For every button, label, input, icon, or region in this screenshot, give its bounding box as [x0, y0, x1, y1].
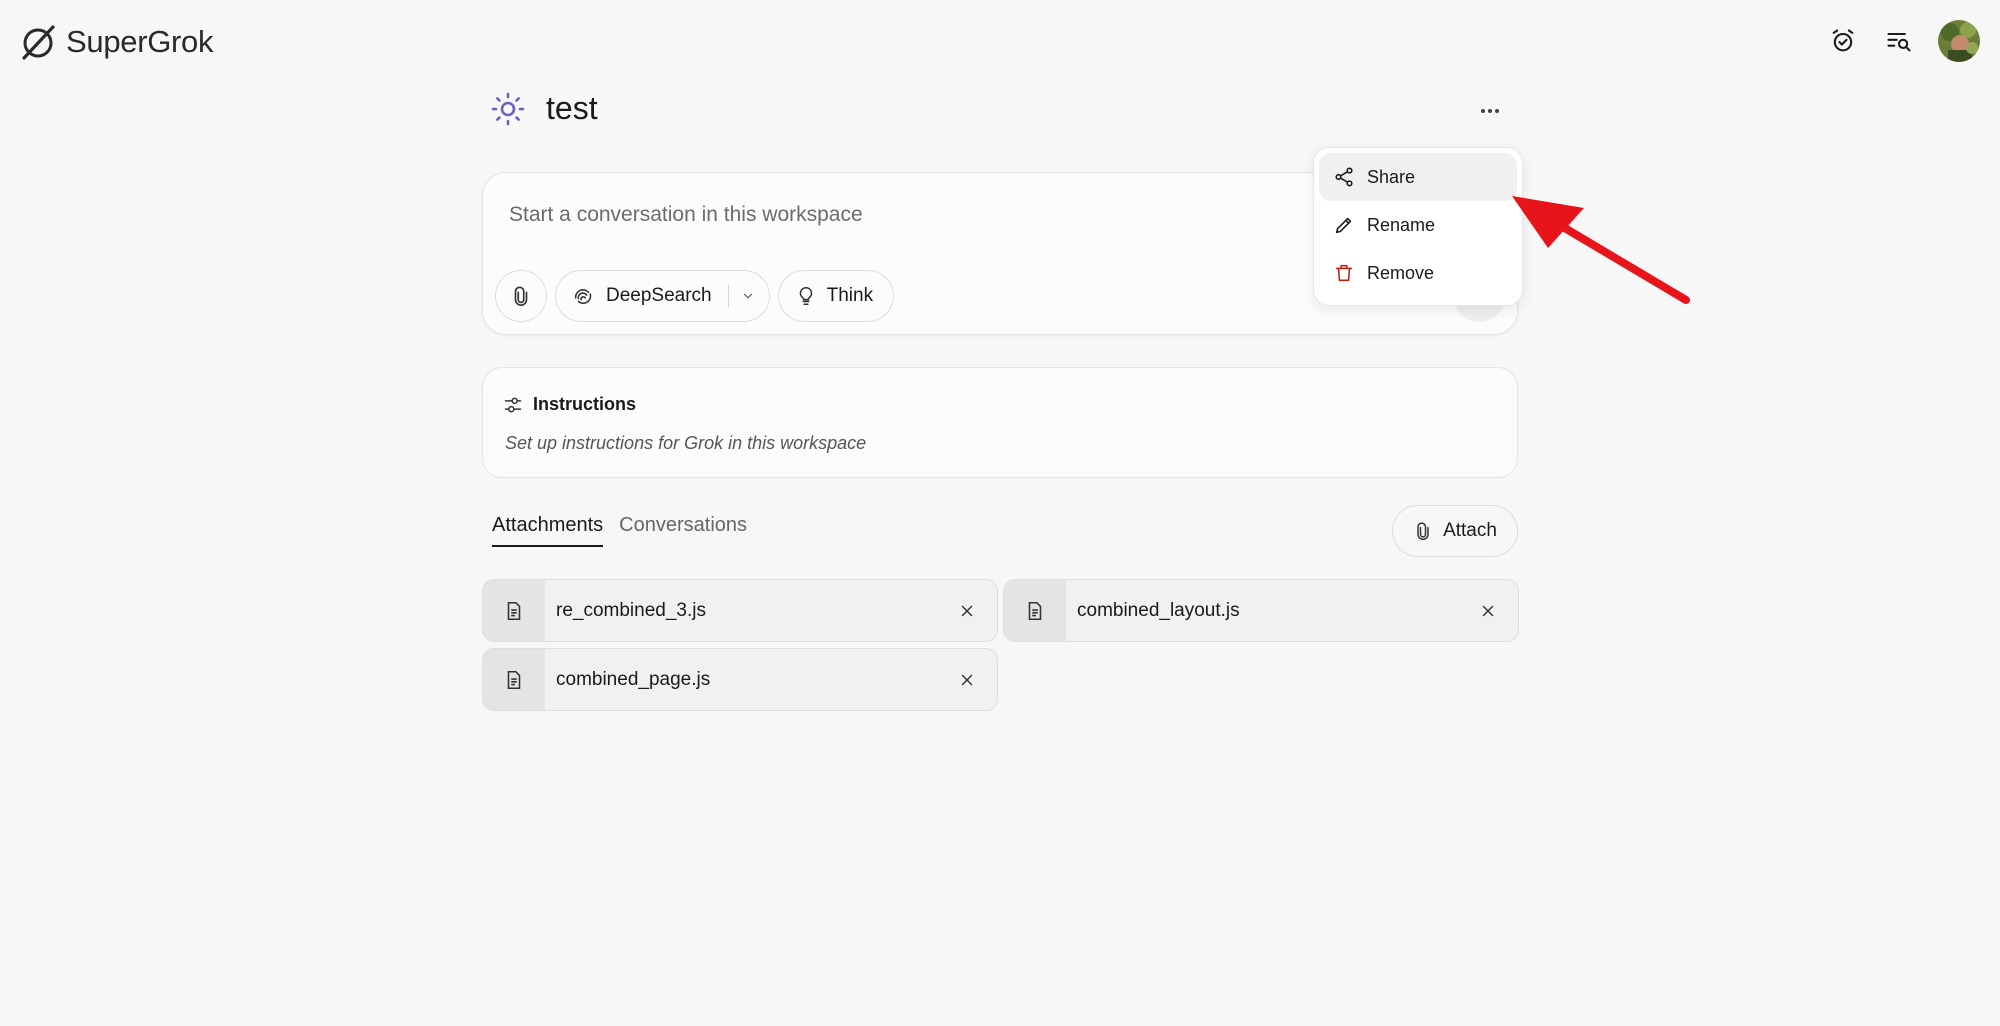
menu-item-share[interactable]: Share — [1319, 153, 1517, 201]
trash-icon — [1335, 264, 1353, 282]
attach-button[interactable]: Attach — [1392, 505, 1518, 557]
workspace-title[interactable]: test — [546, 90, 598, 127]
more-horizontal-icon — [1481, 109, 1499, 113]
menu-item-label: Rename — [1367, 214, 1436, 235]
attach-file-button[interactable] — [495, 270, 547, 322]
composer-input[interactable]: Start a conversation in this workspace — [509, 203, 863, 227]
tab-bar: Attachments Conversations — [492, 514, 747, 547]
attachment-file[interactable]: combined_page.js — [482, 648, 998, 711]
attachment-file[interactable]: re_combined_3.js — [482, 579, 998, 642]
lightbulb-icon — [799, 286, 812, 306]
sliders-icon — [504, 397, 522, 412]
think-label: Think — [826, 285, 874, 306]
instructions-card[interactable]: Instructions Set up instructions for Gro… — [482, 367, 1518, 478]
file-name: re_combined_3.js — [556, 599, 706, 621]
file-name: combined_page.js — [556, 668, 711, 690]
share-icon — [1335, 167, 1353, 187]
deepsearch-icon — [574, 289, 592, 305]
attachment-file[interactable]: combined_layout.js — [1003, 579, 1519, 642]
sun-icon — [491, 92, 525, 125]
menu-item-label: Remove — [1367, 262, 1435, 283]
annotation-arrow — [1512, 196, 1690, 304]
avatar[interactable] — [1938, 20, 1980, 62]
tab-conversations[interactable]: Conversations — [619, 514, 747, 547]
close-icon — [961, 674, 973, 685]
remove-file-button[interactable] — [947, 602, 987, 620]
pencil-icon — [1335, 217, 1352, 234]
more-options-button[interactable] — [1472, 96, 1508, 126]
alarm-check-icon[interactable] — [1826, 24, 1860, 58]
deepsearch-button[interactable]: DeepSearch — [555, 270, 770, 322]
instructions-title: Instructions — [533, 394, 637, 414]
remove-file-button[interactable] — [1468, 602, 1508, 620]
paperclip-icon — [1417, 522, 1429, 541]
search-list-icon[interactable] — [1882, 24, 1916, 58]
file-name: combined_layout.js — [1077, 599, 1240, 621]
app-name: SuperGrok — [66, 24, 214, 59]
workspace-options-menu: Share Rename Remove — [1313, 147, 1523, 306]
app-logo[interactable]: SuperGrok — [18, 20, 214, 64]
close-icon — [1482, 605, 1494, 616]
file-text-icon — [507, 601, 521, 620]
grok-logo-icon — [22, 25, 55, 60]
think-button[interactable]: Think — [777, 270, 895, 322]
tab-attachments[interactable]: Attachments — [492, 514, 604, 547]
chevron-down-icon[interactable] — [741, 289, 755, 303]
file-text-icon — [507, 670, 521, 689]
paperclip-icon — [514, 286, 528, 306]
divider — [727, 285, 729, 307]
deepsearch-label: DeepSearch — [606, 285, 712, 306]
menu-item-label: Share — [1367, 166, 1416, 187]
instructions-subtitle: Set up instructions for Grok in this wor… — [505, 433, 867, 453]
file-text-icon — [1028, 601, 1042, 620]
menu-item-rename[interactable]: Rename — [1319, 201, 1517, 249]
menu-item-remove[interactable]: Remove — [1319, 249, 1517, 297]
close-icon — [961, 605, 973, 616]
attach-label: Attach — [1443, 520, 1497, 541]
remove-file-button[interactable] — [947, 671, 987, 689]
